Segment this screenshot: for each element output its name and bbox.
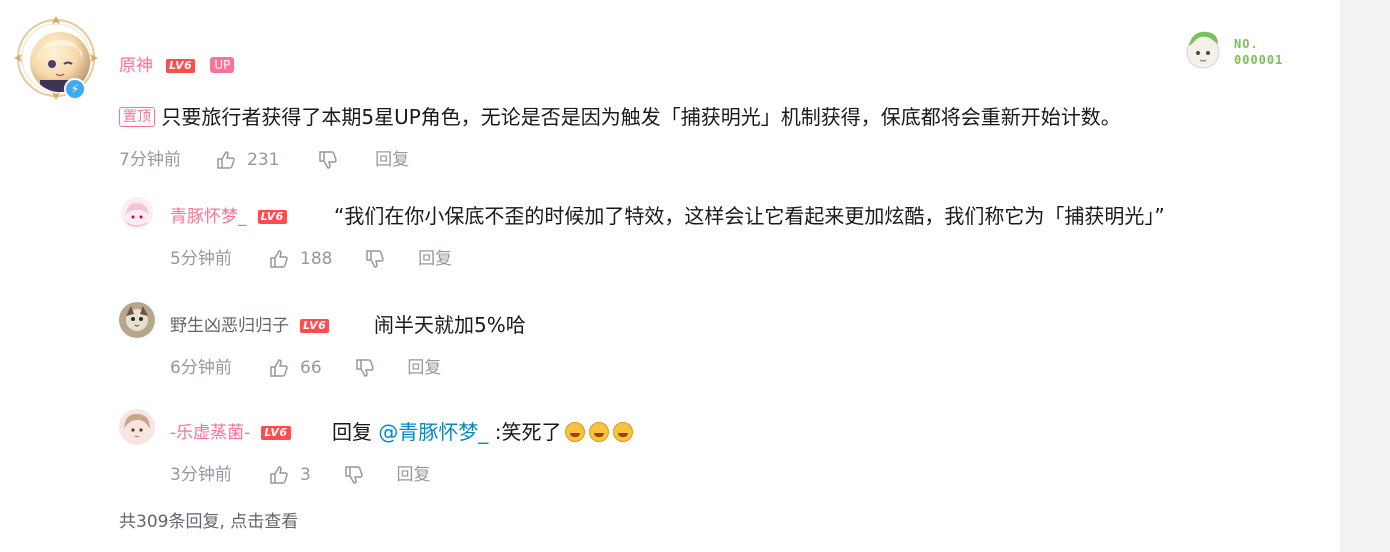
like-count: 231	[247, 150, 280, 170]
dislike-icon[interactable]	[344, 465, 364, 485]
level-badge: LV6	[166, 59, 196, 73]
reply-button[interactable]: 回复	[418, 249, 452, 269]
verified-lightning-icon: ⚡	[64, 78, 86, 100]
avatar[interactable]	[119, 302, 155, 338]
pin-tag: 置顶	[119, 107, 155, 127]
like-count: 3	[300, 465, 311, 485]
username[interactable]: -乐虚蒸菌-	[170, 423, 250, 443]
level-badge: LV6	[257, 210, 287, 224]
reply-time: 3分钟前	[170, 465, 232, 485]
avatar[interactable]	[121, 197, 153, 229]
reply-prefix: 回复	[332, 420, 379, 444]
comment-time: 7分钟前	[119, 150, 181, 170]
reply-meta: 6分钟前 66 回复	[170, 353, 441, 378]
reply-button[interactable]: 回复	[397, 465, 431, 485]
reply-meta: 5分钟前 188 回复	[170, 244, 452, 269]
like-icon[interactable]	[216, 150, 236, 170]
reply-button[interactable]: 回复	[407, 358, 441, 378]
like-count: 188	[300, 249, 333, 269]
reply-header: 野生凶恶归归子 LV6	[170, 311, 330, 336]
fan-badge-avatar	[1180, 26, 1226, 72]
username[interactable]: 原神	[119, 56, 153, 76]
dislike-icon[interactable]	[355, 358, 375, 378]
reply-meta: 3分钟前 3 回复	[170, 460, 431, 485]
comment-header: 原神 LV6 UP	[119, 51, 235, 76]
reply-text: :笑死了	[488, 420, 562, 444]
comment-content: 置顶 只要旅行者获得了本期5星UP角色，无论是否是因为触发「捕获明光」机制获得，…	[119, 101, 1121, 130]
level-badge: LV6	[261, 426, 291, 440]
dislike-icon[interactable]	[365, 249, 385, 269]
scrollbar-track[interactable]	[1340, 0, 1390, 552]
reply-text: “我们在你小保底不歪的时候加了特效，这样会让它看起来更加炫酷，我们称它为「捕获明…	[334, 204, 1165, 228]
fan-badge-line1: NO.	[1234, 37, 1259, 51]
comment-meta: 7分钟前 231 回复	[119, 145, 409, 170]
comment-text: 只要旅行者获得了本期5星UP角色，无论是否是因为触发「捕获明光」机制获得，保底都…	[161, 105, 1121, 129]
reply-content: 回复 @青豚怀梦_ :笑死了	[332, 416, 634, 445]
laugh-emoji-icon	[565, 422, 586, 442]
up-tag: UP	[210, 57, 235, 73]
reply-time: 6分钟前	[170, 358, 232, 378]
view-more-replies-link[interactable]: 共309条回复, 点击查看	[119, 507, 298, 532]
reply-time: 5分钟前	[170, 249, 232, 269]
level-badge: LV6	[300, 319, 330, 333]
fan-badge-number: NO. 000001	[1234, 36, 1283, 68]
laugh-emoji-icon	[613, 422, 634, 442]
like-count: 66	[300, 358, 322, 378]
like-icon[interactable]	[269, 249, 289, 269]
dislike-icon[interactable]	[318, 150, 338, 170]
reply-button[interactable]: 回复	[375, 150, 409, 170]
mention-link[interactable]: @青豚怀梦_	[378, 420, 488, 444]
username[interactable]: 青豚怀梦_	[170, 207, 247, 227]
like-icon[interactable]	[269, 465, 289, 485]
reply-header: -乐虚蒸菌- LV6	[170, 418, 291, 443]
username[interactable]: 野生凶恶归归子	[170, 316, 289, 336]
reply-text: 闹半天就加5%哈	[374, 313, 526, 337]
laugh-emoji-icon	[589, 422, 610, 442]
fan-badge-line2: 000001	[1234, 53, 1284, 67]
avatar[interactable]	[119, 409, 155, 445]
reply-header: 青豚怀梦_ LV6	[170, 202, 287, 227]
like-icon[interactable]	[269, 358, 289, 378]
